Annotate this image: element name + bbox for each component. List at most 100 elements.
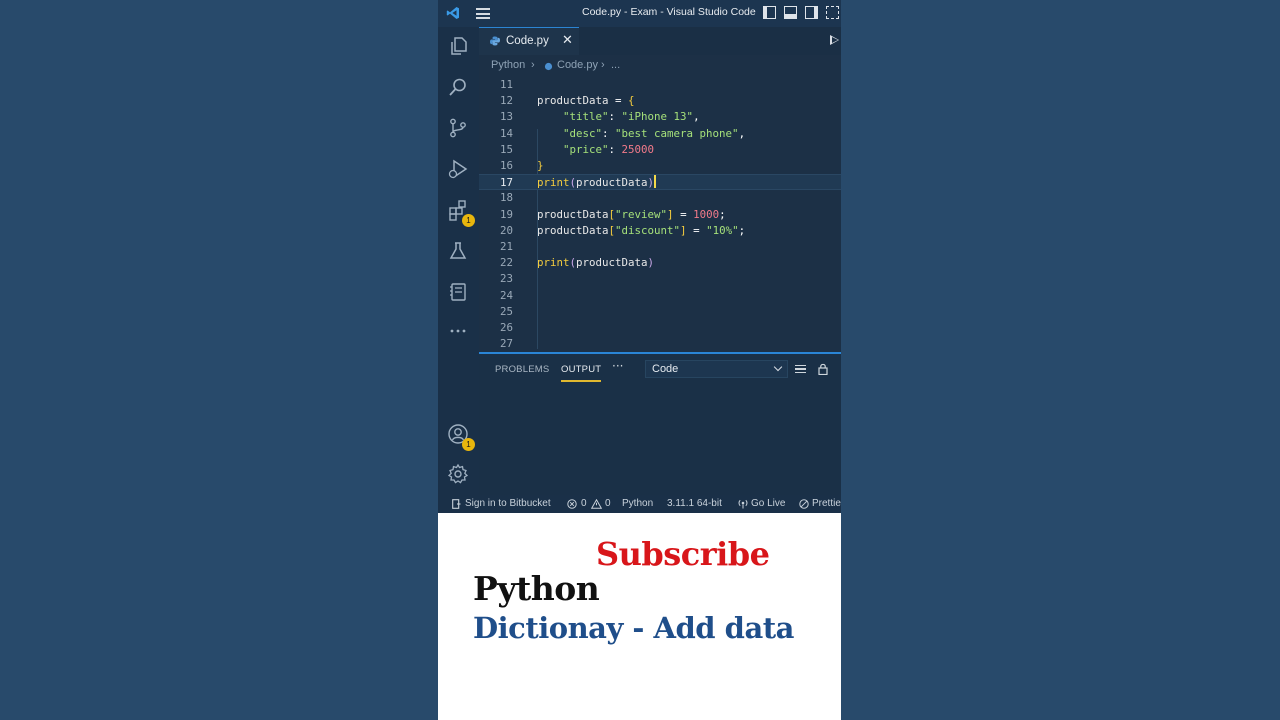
tab-code-py[interactable]: Code.py ✕ bbox=[479, 27, 579, 55]
code-token: 1000 bbox=[693, 207, 720, 221]
status-language[interactable]: Python bbox=[622, 498, 653, 509]
line-number: 11 bbox=[499, 78, 513, 91]
code-token: "iPhone 13" bbox=[621, 110, 694, 124]
code-line-26[interactable]: 26 bbox=[479, 320, 841, 336]
caption-topic: Dictionay - Add data bbox=[473, 611, 794, 645]
line-number: 27 bbox=[499, 337, 513, 351]
code-line-19[interactable]: 19 productData["review"] = 1000; bbox=[479, 207, 841, 223]
code-line-15[interactable]: 15 "price": 25000 bbox=[479, 142, 841, 158]
code-token: productData bbox=[576, 176, 648, 190]
run-debug-icon[interactable] bbox=[447, 158, 469, 180]
code-text: } bbox=[537, 158, 544, 174]
accounts-icon[interactable]: 1 bbox=[447, 423, 475, 451]
toggle-secondary-sidebar-icon[interactable] bbox=[805, 6, 818, 19]
broadcast-icon bbox=[738, 499, 748, 509]
accounts-badge: 1 bbox=[462, 438, 475, 451]
status-interpreter[interactable]: 3.11.1 64-bit bbox=[667, 498, 722, 509]
breadcrumb-separator-icon: › bbox=[531, 59, 535, 71]
line-number: 15 bbox=[499, 142, 513, 156]
extensions-icon[interactable]: 1 bbox=[447, 199, 475, 227]
code-line-18[interactable]: 18 bbox=[479, 190, 841, 206]
search-icon[interactable] bbox=[447, 76, 469, 98]
panel-more-icon[interactable]: ··· bbox=[612, 359, 623, 373]
breadcrumb-separator-icon: › bbox=[601, 59, 605, 71]
code-line-24[interactable]: 24 bbox=[479, 288, 841, 304]
line-number: 16 bbox=[499, 159, 513, 172]
code-line-23[interactable]: 23 bbox=[479, 271, 841, 287]
clear-output-icon[interactable] bbox=[795, 365, 806, 374]
code-line-22[interactable]: 22 print(productData) bbox=[479, 255, 841, 271]
status-prettier[interactable]: Prettier bbox=[812, 498, 841, 509]
status-errors[interactable]: 0 bbox=[581, 498, 587, 509]
code-line-21[interactable]: 21 bbox=[479, 239, 841, 255]
toggle-panel-icon[interactable] bbox=[784, 6, 797, 19]
code-token: "review" bbox=[615, 207, 668, 221]
code-token: } bbox=[537, 159, 544, 172]
code-line-27[interactable]: 27 bbox=[479, 336, 841, 352]
subscribe-text: Subscribe bbox=[596, 535, 770, 573]
code-line-16[interactable]: 16} bbox=[479, 158, 841, 174]
line-number: 17 bbox=[499, 176, 513, 190]
error-icon bbox=[567, 499, 577, 509]
code-text: "title": "iPhone 13", bbox=[537, 109, 700, 125]
editor-tabs: Code.py ✕ bbox=[479, 27, 841, 55]
tab-close-icon[interactable]: ✕ bbox=[562, 33, 573, 48]
breadcrumb-symbols[interactable]: ... bbox=[611, 59, 620, 71]
code-line-11[interactable]: 11 bbox=[479, 77, 841, 93]
code-token: productData bbox=[537, 223, 609, 237]
run-python-file-icon[interactable] bbox=[830, 35, 839, 45]
code-line-25[interactable]: 25 bbox=[479, 304, 841, 320]
line-number: 25 bbox=[499, 304, 513, 318]
tab-problems[interactable]: PROBLEMS bbox=[495, 364, 549, 375]
line-number: 12 bbox=[499, 94, 513, 108]
code-line-14[interactable]: 14 "desc": "best camera phone", bbox=[479, 126, 841, 142]
code-text: productData["discount"] = "10%"; bbox=[537, 223, 745, 239]
code-text: productData["review"] = 1000; bbox=[537, 207, 726, 223]
breadcrumb-python[interactable]: Python bbox=[491, 59, 525, 71]
lock-scroll-icon[interactable] bbox=[818, 363, 828, 375]
customize-layout-icon[interactable] bbox=[826, 6, 839, 19]
status-bar: Sign in to Bitbucket 0 0 Python 3.11.1 6… bbox=[438, 495, 841, 513]
explorer-icon[interactable] bbox=[447, 35, 469, 57]
remote-explorer-icon[interactable] bbox=[447, 281, 469, 303]
code-line-13[interactable]: 13 "title": "iPhone 13", bbox=[479, 109, 841, 125]
testing-icon[interactable] bbox=[447, 240, 469, 262]
status-bitbucket[interactable]: Sign in to Bitbucket bbox=[465, 498, 551, 509]
source-control-icon[interactable] bbox=[447, 117, 469, 139]
code-editor[interactable]: 11 12 productData = {13 "title": "iPhone 1… bbox=[479, 77, 841, 352]
code-line-17[interactable]: 17 print(productData) bbox=[479, 174, 841, 191]
warning-icon bbox=[591, 499, 602, 509]
output-channel-value: Code bbox=[652, 363, 679, 375]
tab-output[interactable]: OUTPUT bbox=[561, 364, 602, 382]
code-token: "price" bbox=[563, 142, 609, 156]
text-cursor bbox=[654, 175, 656, 189]
code-line-20[interactable]: 20 productData["discount"] = "10%"; bbox=[479, 223, 841, 239]
code-token: 25000 bbox=[621, 142, 655, 156]
breadcrumb-file[interactable]: Code.py bbox=[557, 59, 598, 71]
settings-gear-icon[interactable] bbox=[447, 463, 469, 485]
status-go-live[interactable]: Go Live bbox=[751, 498, 785, 509]
code-token: , bbox=[693, 110, 700, 124]
status-warnings[interactable]: 0 bbox=[605, 498, 611, 509]
code-line-12[interactable]: 12 productData = { bbox=[479, 93, 841, 109]
python-file-icon bbox=[490, 36, 500, 46]
line-number: 19 bbox=[499, 207, 513, 221]
line-number: 14 bbox=[499, 126, 513, 140]
activity-bar: 1 1 bbox=[438, 27, 479, 495]
video-caption: Subscribe Python Dictionay - Add data bbox=[438, 513, 841, 720]
toggle-primary-sidebar-icon[interactable] bbox=[763, 6, 776, 19]
line-number: 18 bbox=[499, 191, 513, 205]
code-text: "price": 25000 bbox=[537, 142, 654, 158]
breadcrumb-python-file-icon bbox=[544, 62, 553, 71]
more-views-icon[interactable] bbox=[447, 319, 469, 341]
prettier-disabled-icon bbox=[799, 499, 809, 509]
line-number: 23 bbox=[499, 272, 513, 286]
output-channel-select[interactable]: Code bbox=[645, 360, 788, 378]
menu-icon[interactable] bbox=[476, 8, 490, 19]
editor-area: Code.py ✕ Python › Code.py › ... 11 12 pro… bbox=[479, 27, 841, 352]
line-number: 20 bbox=[499, 223, 513, 237]
code-token: ) bbox=[647, 256, 655, 270]
extensions-badge: 1 bbox=[462, 214, 475, 227]
bitbucket-icon bbox=[452, 499, 461, 509]
